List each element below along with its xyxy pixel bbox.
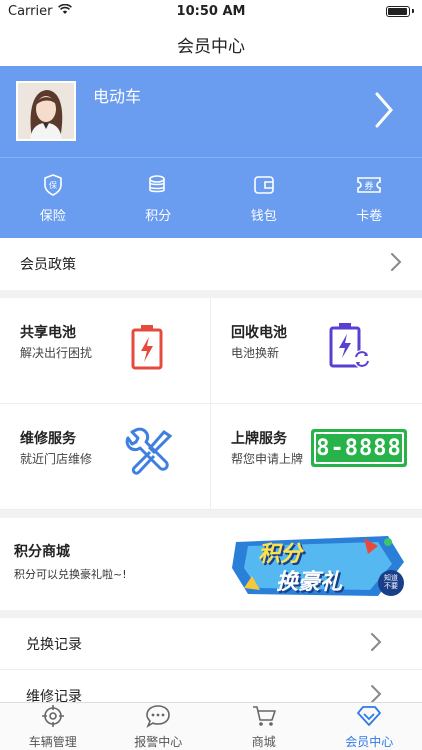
member-policy-label: 会员政策 [20, 257, 76, 273]
service-subtitle: 帮您申请上牌 [231, 452, 304, 466]
tab-mall[interactable]: 商城 [211, 703, 317, 750]
coupon-ticket-icon: 券 [355, 173, 383, 201]
quick-action-wallet[interactable]: 钱包 [211, 158, 317, 238]
service-subtitle: 解决出行困扰 [20, 346, 93, 360]
page-title: 会员中心 [177, 36, 245, 57]
tab-bar: 车辆管理 报警中心 商城 会员中心 [0, 702, 422, 750]
navigation-bar: 会员中心 [0, 22, 422, 66]
battery-charge-icon [130, 324, 164, 374]
service-title: 共享电池 [20, 325, 76, 341]
quick-action-insurance[interactable]: 保 保险 [0, 158, 106, 238]
service-title: 上牌服务 [231, 431, 287, 447]
tab-label: 报警中心 [134, 734, 183, 749]
member-diamond-icon [356, 704, 382, 731]
quick-action-label: 保险 [39, 208, 66, 224]
svg-text:保: 保 [49, 180, 57, 190]
chevron-right-icon[interactable] [374, 92, 394, 132]
tab-label: 车辆管理 [28, 734, 77, 749]
tab-label: 商城 [251, 734, 276, 749]
service-subtitle: 电池换新 [231, 346, 280, 360]
member-policy-row[interactable]: 会员政策 [0, 238, 422, 290]
record-label: 兑换记录 [26, 636, 82, 653]
wallet-icon [252, 173, 276, 201]
service-shared-battery[interactable]: 共享电池 解决出行困扰 [0, 298, 211, 404]
avatar[interactable] [16, 81, 76, 141]
mall-subtitle: 积分可以兑换豪礼啦~! [14, 568, 127, 581]
tab-alarm-center[interactable]: 报警中心 [106, 703, 212, 750]
coins-stack-icon [146, 173, 170, 201]
tab-vehicle-management[interactable]: 车辆管理 [0, 703, 106, 750]
service-title: 维修服务 [20, 431, 76, 447]
quick-action-points[interactable]: 积分 [106, 158, 212, 238]
profile-header[interactable]: 电动车 [0, 66, 422, 157]
quick-action-label: 卡卷 [356, 208, 383, 224]
status-time: 10:50 AM [176, 3, 246, 19]
tab-label: 会员中心 [345, 734, 394, 749]
shopping-cart-icon [251, 704, 277, 731]
points-mall-banner[interactable]: 积分 换豪礼 知道 不要 [228, 532, 410, 600]
quick-action-coupons[interactable]: 券 卡卷 [317, 158, 422, 238]
plate-number: 8-8888 [314, 432, 404, 464]
exchange-record-row[interactable]: 兑换记录 [0, 618, 422, 670]
service-subtitle: 就近门店维修 [20, 452, 93, 466]
license-plate-icon: 8-8888 [311, 429, 407, 467]
chat-bubble-icon [145, 704, 171, 731]
quick-actions: 保 保险 积分 钱包 券 卡卷 [0, 157, 422, 238]
service-license-plate[interactable]: 上牌服务 帮您申请上牌 8-8888 [211, 404, 422, 510]
crosshair-target-icon [41, 704, 65, 731]
chevron-right-icon [390, 252, 402, 276]
points-mall-card[interactable]: 积分商城 积分可以兑换豪礼啦~! 积分 换豪礼 知道 不要 [0, 518, 422, 610]
insurance-shield-icon: 保 [41, 173, 65, 201]
service-recycle-battery[interactable]: 回收电池 电池换新 [211, 298, 422, 404]
svg-text:券: 券 [365, 180, 374, 192]
banner-text-line2: 换豪礼 [276, 570, 343, 595]
battery-recycle-icon [329, 322, 373, 374]
service-title: 回收电池 [231, 325, 287, 341]
services-grid: 共享电池 解决出行困扰 回收电池 电池换新 维修服务 就近门店维修 上牌服务 帮… [0, 298, 422, 510]
mall-title: 积分商城 [14, 544, 70, 560]
repair-tools-icon [124, 426, 174, 480]
username: 电动车 [93, 87, 142, 106]
status-bar: Carrier 10:50 AM [0, 0, 422, 22]
tab-member-center[interactable]: 会员中心 [317, 703, 422, 750]
quick-action-label: 钱包 [250, 208, 277, 224]
service-repair[interactable]: 维修服务 就近门店维修 [0, 404, 211, 510]
chevron-right-icon [370, 632, 382, 656]
quick-action-label: 积分 [145, 208, 172, 224]
banner-badge: 知道 不要 [378, 570, 404, 596]
